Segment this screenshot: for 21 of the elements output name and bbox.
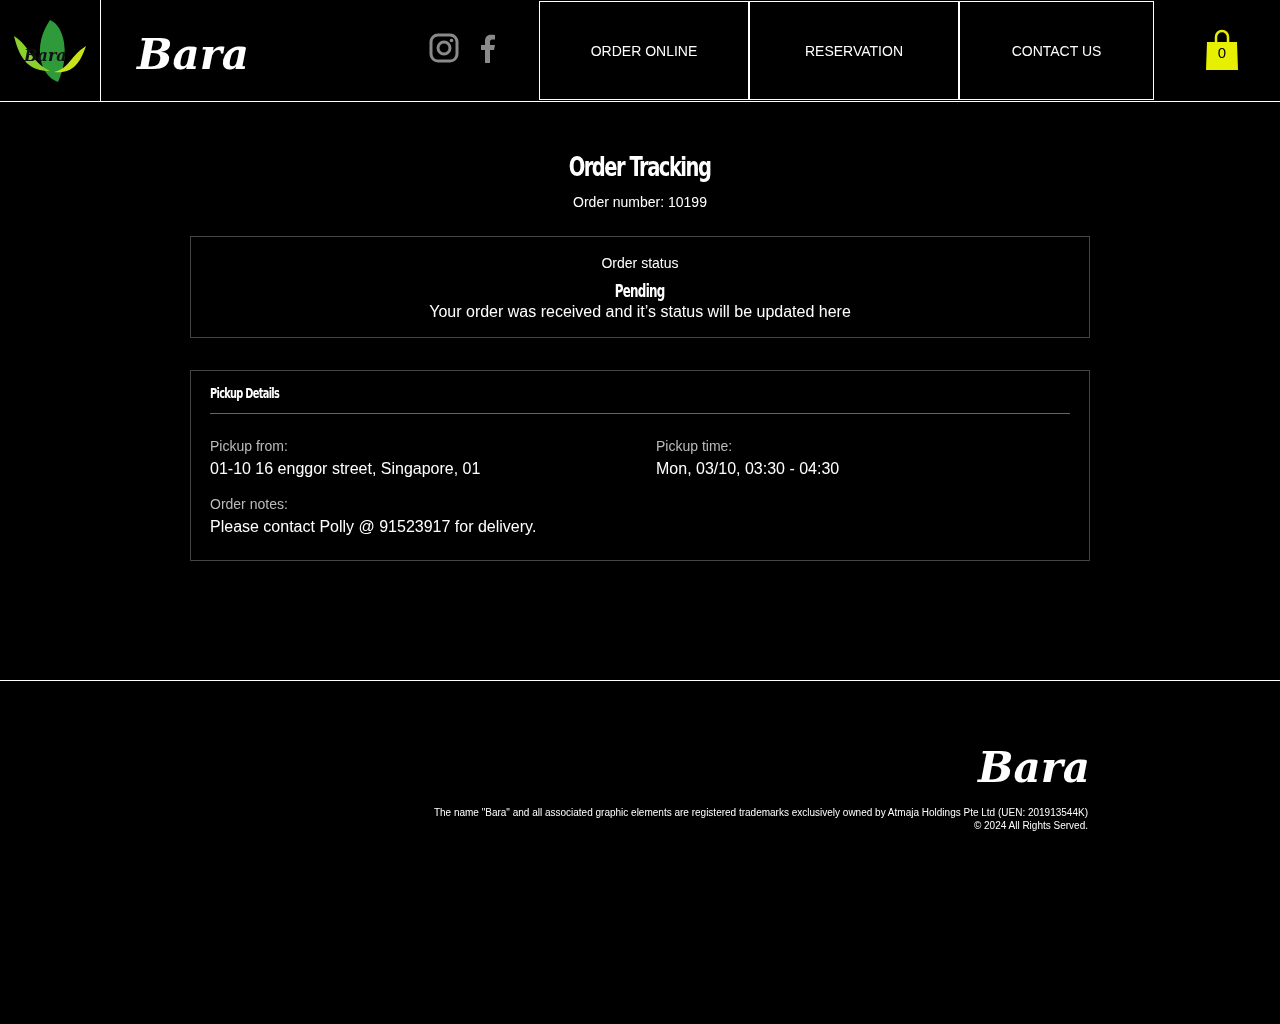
status-value: Pending <box>615 281 665 301</box>
field-label: Order notes: <box>210 496 289 512</box>
field-label: Pickup time: <box>656 438 734 454</box>
legal-text: The name "Bara" and all associated graphic elements are registered trademarks exclusively owned by Atmaja Holdings Pte Ltd (UEN: 201913544K) <box>433 806 1088 819</box>
field-value: 01-10 16 enggor street, Singapore, 01 <box>210 460 482 478</box>
field-label: Pickup from: <box>210 438 289 454</box>
nav-link[interactable]: ORDER ONLINE <box>539 1 749 100</box>
footer-logo: Bara <box>977 743 1090 792</box>
copyright-text: © 2024 All Rights Served. <box>973 819 1088 832</box>
brand-logo[interactable]: Bara <box>101 29 407 80</box>
facebook-icon[interactable] <box>479 32 497 63</box>
field-value: Mon, 03/10, 03:30 - 04:30 <box>656 460 841 478</box>
order-number: Order number: 10199 <box>573 194 707 210</box>
field-value: Please contact Polly @ 91523917 for delivery. <box>210 518 538 536</box>
status-message: Your order was received and it’s status will be updated here <box>429 303 851 321</box>
nav-link[interactable]: RESERVATION <box>749 1 959 100</box>
page-title: Order Tracking <box>569 152 711 182</box>
section-title: Pickup Details <box>210 385 281 401</box>
nav-link[interactable]: CONTACT US <box>959 1 1154 100</box>
status-label: Order status <box>601 255 679 271</box>
instagram-icon[interactable] <box>429 32 459 63</box>
